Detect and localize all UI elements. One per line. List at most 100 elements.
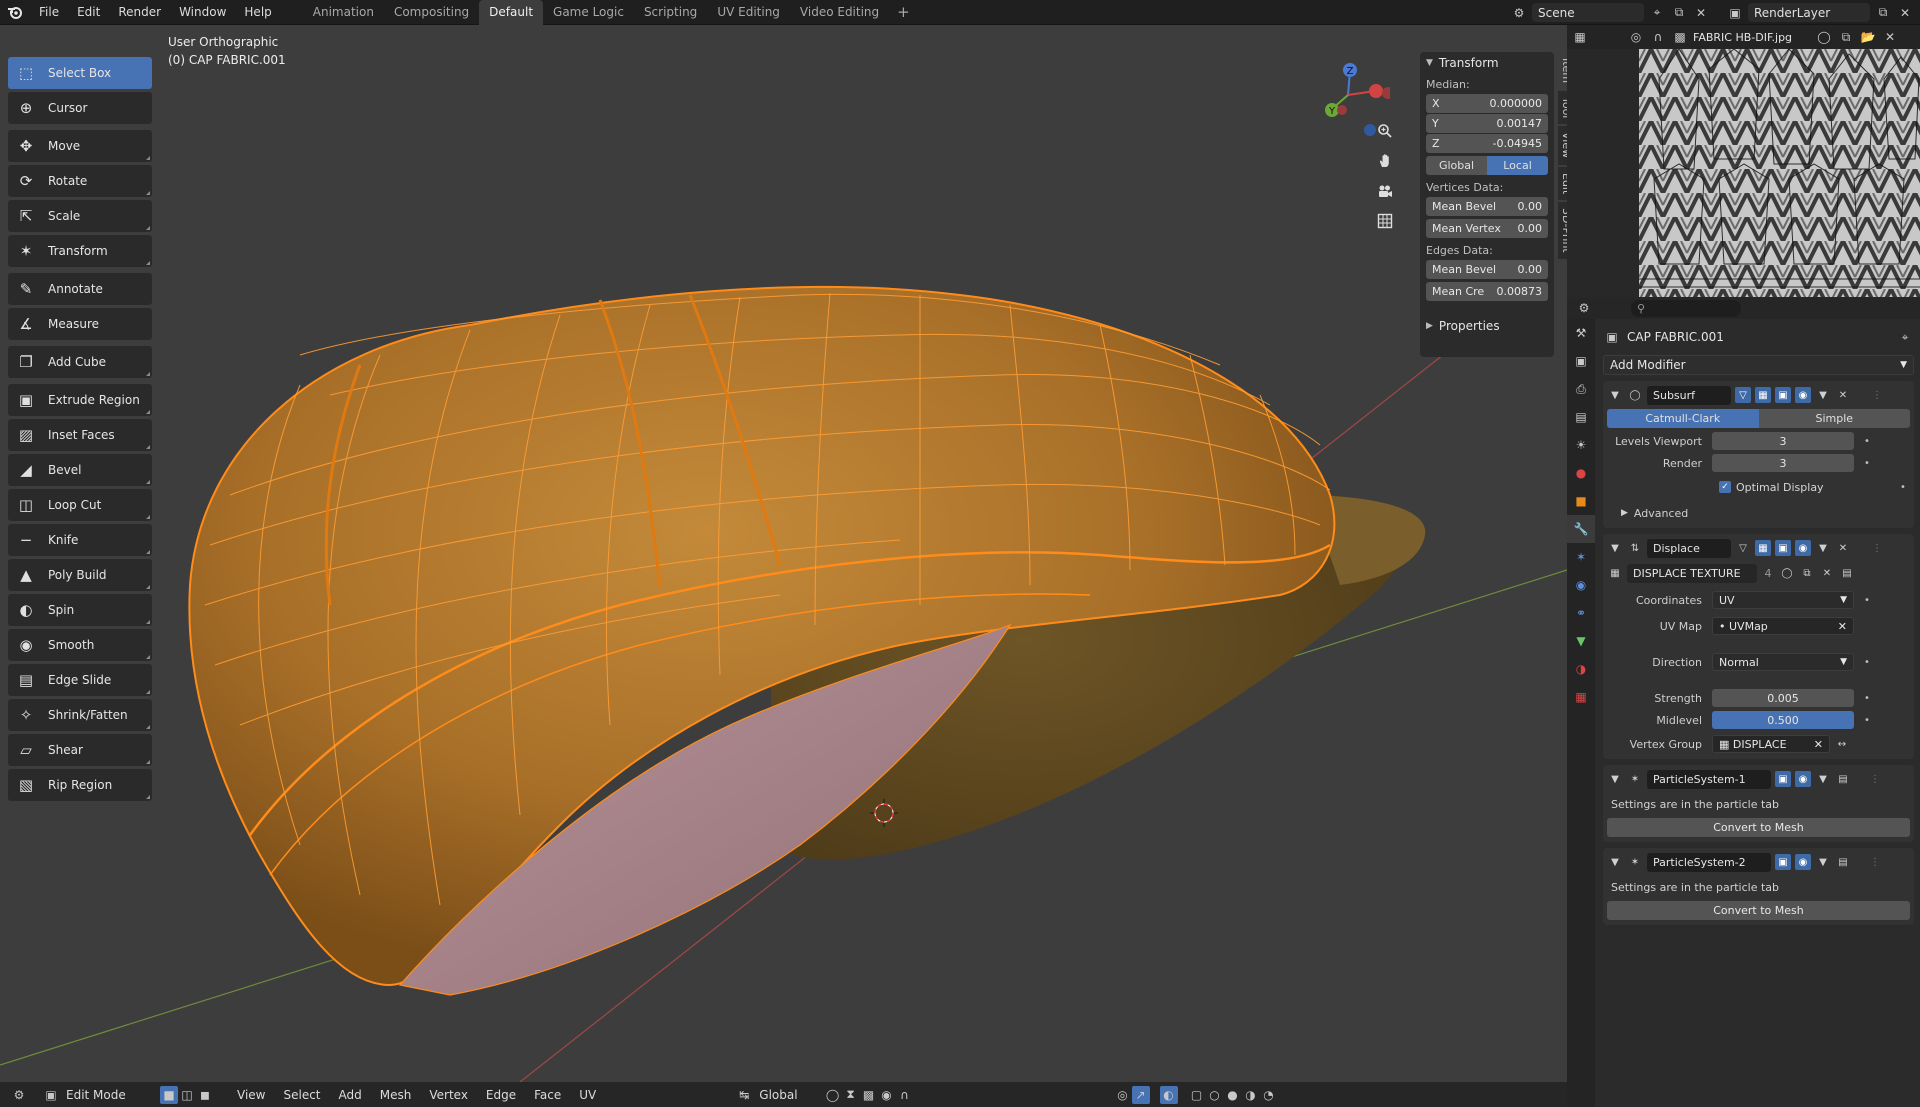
- proportional-edit-icon[interactable]: ◉: [878, 1086, 896, 1104]
- menu-window[interactable]: Window: [170, 0, 235, 25]
- pin-icon[interactable]: ⌖: [1896, 328, 1914, 346]
- uv-icon[interactable]: ∩: [1649, 28, 1667, 46]
- mean-vertex-field[interactable]: Mean Vertex 0.00: [1426, 219, 1548, 238]
- tool-smooth[interactable]: ◉ Smooth: [8, 629, 152, 661]
- solid-shading-icon[interactable]: ●: [1224, 1086, 1242, 1104]
- tool-poly-build[interactable]: ▲ Poly Build: [8, 559, 152, 591]
- tab-game-logic[interactable]: Game Logic: [543, 0, 634, 25]
- tool-bevel[interactable]: ◢ Bevel: [8, 454, 152, 486]
- realtime-icon[interactable]: ▣: [1775, 771, 1791, 787]
- unlink-texture-icon[interactable]: ✕: [1819, 565, 1835, 581]
- render-icon[interactable]: ◉: [1795, 540, 1811, 556]
- scene-tab-icon[interactable]: ☀: [1567, 431, 1595, 459]
- levels-viewport-field[interactable]: 3: [1712, 432, 1854, 450]
- duplicate-texture-icon[interactable]: ⧉: [1799, 565, 1815, 581]
- new-layer-icon[interactable]: ⧉: [1874, 4, 1892, 22]
- subsurf-name-field[interactable]: Subsurf: [1647, 385, 1731, 405]
- tab-edit[interactable]: Edit: [1558, 166, 1567, 200]
- median-z-field[interactable]: Z -0.04945: [1426, 134, 1548, 153]
- drag-handle-icon[interactable]: ⋮: [1869, 540, 1885, 556]
- particle-system-1-name-field[interactable]: ParticleSystem-1: [1647, 769, 1771, 789]
- simple-button[interactable]: Simple: [1758, 409, 1910, 428]
- particle-settings-icon[interactable]: ▤: [1835, 771, 1851, 787]
- optimal-display-row[interactable]: ✓ Optimal Display •: [1607, 477, 1910, 497]
- render-layer-field[interactable]: RenderLayer: [1748, 3, 1870, 22]
- tool-inset[interactable]: ▨ Inset Faces: [8, 419, 152, 451]
- menu-add[interactable]: Add: [330, 1088, 371, 1102]
- texture-image[interactable]: [1639, 49, 1920, 297]
- editmode-icon[interactable]: ▦: [1755, 540, 1771, 556]
- object-tab-icon[interactable]: ■: [1567, 487, 1595, 515]
- tab-scripting[interactable]: Scripting: [634, 0, 707, 25]
- coordinates-dropdown[interactable]: UV ▼: [1712, 591, 1854, 609]
- clear-icon[interactable]: ✕: [1838, 620, 1847, 633]
- tool-edge-slide[interactable]: ▤ Edge Slide: [8, 664, 152, 696]
- menu-uv[interactable]: UV: [570, 1088, 605, 1102]
- tool-shrink-fatten[interactable]: ✧ Shrink/Fatten: [8, 699, 152, 731]
- delete-scene-icon[interactable]: ✕: [1692, 4, 1710, 22]
- keyframe-dot-icon[interactable]: •: [1860, 693, 1874, 704]
- face-select-icon[interactable]: ◼: [196, 1086, 214, 1104]
- add-workspace-button[interactable]: +: [889, 0, 918, 25]
- menu-render[interactable]: Render: [109, 0, 170, 25]
- falloff-icon[interactable]: ∩: [896, 1086, 914, 1104]
- tool-spin[interactable]: ◐ Spin: [8, 594, 152, 626]
- more-icon[interactable]: ▼: [1815, 540, 1831, 556]
- constraints-tab-icon[interactable]: ⚭: [1567, 599, 1595, 627]
- menu-file[interactable]: File: [30, 0, 68, 25]
- pivot-icon[interactable]: ◯: [824, 1086, 842, 1104]
- particle-system-2-name-field[interactable]: ParticleSystem-2: [1647, 852, 1771, 872]
- tab-compositing[interactable]: Compositing: [384, 0, 479, 25]
- realtime-icon[interactable]: ▣: [1775, 854, 1791, 870]
- tab-item[interactable]: Item: [1558, 52, 1567, 90]
- properties-search-input[interactable]: ⚲: [1631, 299, 1741, 317]
- tool-rip[interactable]: ▧ Rip Region: [8, 769, 152, 801]
- remove-modifier-icon[interactable]: ✕: [1835, 540, 1851, 556]
- median-x-field[interactable]: X 0.000000: [1426, 94, 1548, 113]
- image-browse-icon[interactable]: ▩: [1671, 28, 1689, 46]
- more-icon[interactable]: ▼: [1815, 387, 1831, 403]
- tool-cursor[interactable]: ⊕ Cursor: [8, 92, 152, 124]
- midlevel-slider[interactable]: 0.500: [1712, 711, 1854, 729]
- tool-extrude[interactable]: ▣ Extrude Region: [8, 384, 152, 416]
- keyframe-dot-icon[interactable]: •: [1860, 436, 1874, 447]
- render-levels-field[interactable]: 3: [1712, 454, 1854, 472]
- global-button[interactable]: Global: [1426, 156, 1487, 175]
- view-layer-tab-icon[interactable]: ▤: [1567, 403, 1595, 431]
- tab-video-editing[interactable]: Video Editing: [790, 0, 889, 25]
- menu-view[interactable]: View: [228, 1088, 274, 1102]
- checker-texture-icon[interactable]: ▦: [1607, 565, 1623, 581]
- edge-select-icon[interactable]: ◫: [178, 1086, 196, 1104]
- editmode-icon[interactable]: ▦: [1755, 387, 1771, 403]
- texture-properties-icon[interactable]: ▤: [1839, 565, 1855, 581]
- invert-vertex-group-icon[interactable]: ↔: [1834, 736, 1850, 752]
- tool-shear[interactable]: ▱ Shear: [8, 734, 152, 766]
- collapse-icon[interactable]: ▼: [1607, 540, 1623, 556]
- scene-icon[interactable]: ⚙: [1510, 4, 1528, 22]
- render-icon[interactable]: ◉: [1795, 387, 1811, 403]
- collapse-icon[interactable]: ▼: [1607, 771, 1623, 787]
- tab-3d-print[interactable]: 3D-Print: [1558, 201, 1567, 259]
- on-cage-icon[interactable]: ▽: [1735, 540, 1751, 556]
- tool-transform[interactable]: ✶ Transform: [8, 235, 152, 267]
- pan-hand-icon[interactable]: [1372, 148, 1398, 174]
- world-tab-icon[interactable]: ●: [1567, 459, 1595, 487]
- snap-target-icon[interactable]: ▩: [860, 1086, 878, 1104]
- fake-user-icon[interactable]: ◯: [1779, 565, 1795, 581]
- remove-modifier-icon[interactable]: ✕: [1835, 387, 1851, 403]
- editor-type-icon[interactable]: ⚙: [10, 1086, 28, 1104]
- advanced-subpanel[interactable]: ▶ Advanced: [1607, 503, 1910, 523]
- vertex-group-field[interactable]: ▦ DISPLACE ✕: [1712, 735, 1830, 753]
- tool-knife[interactable]: − Knife: [8, 524, 152, 556]
- mean-bevel-edge-field[interactable]: Mean Bevel 0.00: [1426, 260, 1548, 279]
- fake-user-icon[interactable]: ◯: [1815, 28, 1833, 46]
- render-icon[interactable]: ◉: [1795, 771, 1811, 787]
- keyframe-dot-icon[interactable]: •: [1860, 715, 1874, 726]
- open-image-icon[interactable]: 📂: [1859, 28, 1877, 46]
- view-mode-icon[interactable]: ◎: [1627, 28, 1645, 46]
- delete-layer-icon[interactable]: ✕: [1896, 4, 1914, 22]
- drag-handle-icon[interactable]: ⋮: [1867, 854, 1883, 870]
- tab-default[interactable]: Default: [479, 0, 544, 25]
- visibility-icon[interactable]: ◎: [1114, 1086, 1132, 1104]
- local-button[interactable]: Local: [1487, 156, 1548, 175]
